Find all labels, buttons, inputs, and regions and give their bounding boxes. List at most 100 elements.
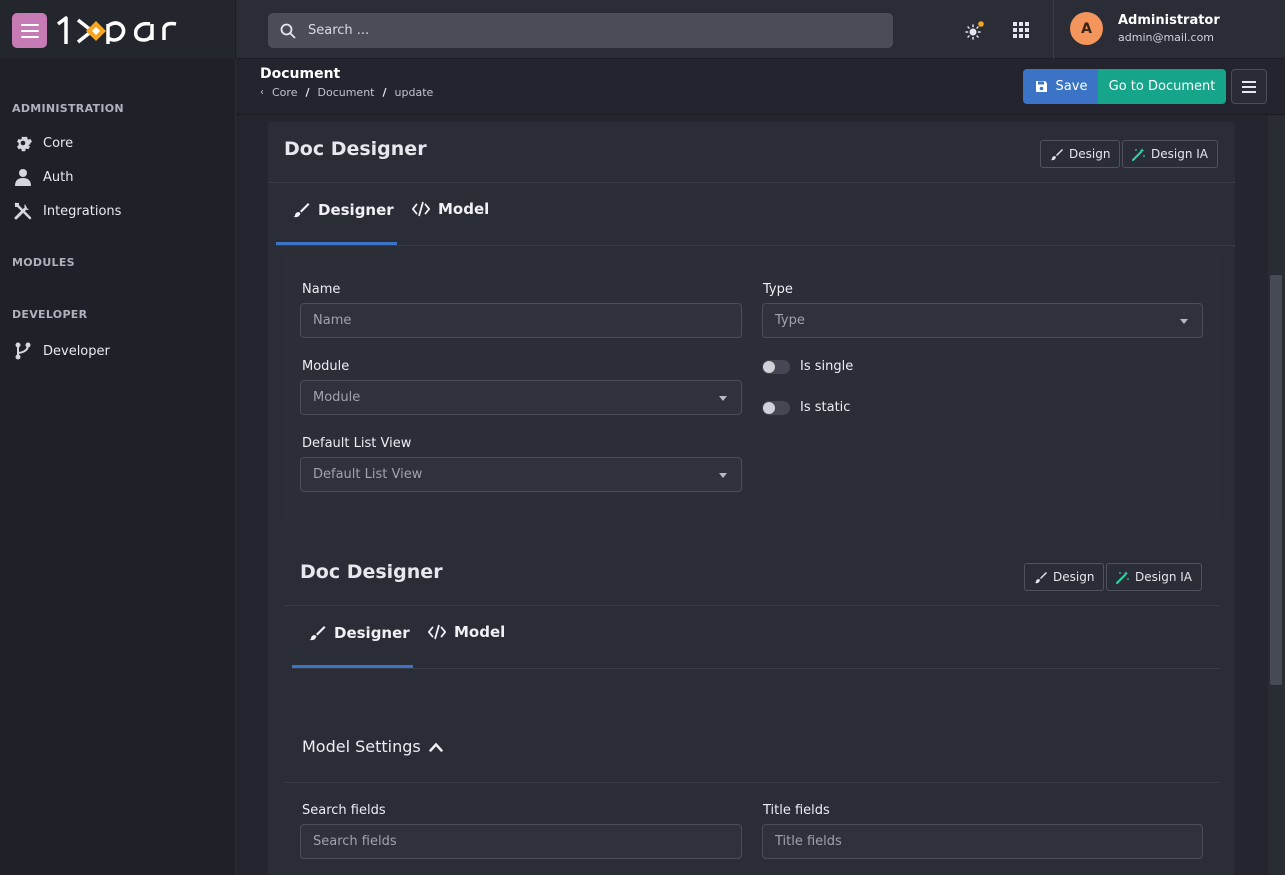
module-label: Module bbox=[302, 359, 350, 374]
apps-grid-icon[interactable] bbox=[1013, 22, 1029, 38]
sidebar-item-auth[interactable]: Auth bbox=[13, 166, 73, 188]
content-header: Document ‹ Core / Document / update Save… bbox=[236, 59, 1285, 115]
tab-label: Designer bbox=[334, 624, 410, 642]
title-fields-input[interactable] bbox=[762, 824, 1203, 859]
brush-icon bbox=[309, 626, 326, 641]
search-box[interactable] bbox=[268, 13, 893, 48]
tab-designer[interactable]: Designer bbox=[292, 179, 394, 241]
tab-label: Model bbox=[454, 623, 506, 641]
logo-area bbox=[0, 0, 236, 59]
sidebar-item-label: Developer bbox=[43, 343, 110, 359]
caret-down-icon bbox=[719, 473, 727, 478]
breadcrumb-item[interactable]: Core bbox=[272, 86, 297, 99]
tab-designer[interactable]: Designer bbox=[308, 602, 410, 664]
is-single-label: Is single bbox=[800, 359, 854, 374]
chevron-up-icon bbox=[429, 742, 443, 752]
sidebar-item-core[interactable]: Core bbox=[13, 132, 73, 154]
gear-icon bbox=[17, 136, 32, 152]
design-label: Design bbox=[1069, 147, 1111, 161]
user-name: Administrator bbox=[1118, 13, 1220, 28]
sidebar-item-label: Integrations bbox=[43, 203, 122, 219]
hamburger-icon bbox=[1242, 80, 1256, 93]
save-label: Save bbox=[1055, 79, 1088, 94]
divider bbox=[292, 668, 1220, 669]
design-button[interactable]: Design bbox=[1024, 563, 1105, 591]
name-label: Name bbox=[302, 282, 341, 297]
more-menu-button[interactable] bbox=[1231, 69, 1267, 104]
divider bbox=[284, 605, 1220, 606]
design-label: Design bbox=[1053, 570, 1095, 584]
sidebar-item-label: Core bbox=[43, 135, 74, 151]
sidebar-section-administration: ADMINISTRATION bbox=[12, 102, 124, 115]
type-select[interactable]: Type bbox=[762, 303, 1203, 338]
scrollbar-thumb[interactable] bbox=[1270, 275, 1282, 685]
user-icon bbox=[15, 169, 31, 186]
divider bbox=[284, 782, 1220, 783]
design-ia-button[interactable]: Design IA bbox=[1122, 140, 1218, 168]
tab-label: Designer bbox=[318, 201, 394, 219]
tab-model[interactable]: Model bbox=[412, 178, 489, 240]
is-static-toggle[interactable] bbox=[762, 401, 790, 415]
tools-icon bbox=[14, 202, 32, 220]
breadcrumb-separator: / bbox=[305, 86, 310, 99]
code-icon bbox=[412, 201, 430, 217]
brush-icon bbox=[1051, 148, 1063, 160]
app-logo bbox=[56, 16, 177, 44]
card-title: Doc Designer bbox=[284, 138, 427, 160]
theme-toggle-icon[interactable] bbox=[963, 20, 985, 42]
code-icon bbox=[428, 624, 446, 640]
type-placeholder: Type bbox=[775, 313, 805, 328]
search-fields-input[interactable] bbox=[300, 824, 742, 859]
avatar[interactable]: A bbox=[1070, 12, 1103, 45]
caret-down-icon bbox=[719, 396, 727, 401]
magic-wand-icon bbox=[1132, 147, 1145, 161]
caret-down-icon bbox=[1180, 319, 1188, 324]
hamburger-menu-button[interactable] bbox=[12, 13, 47, 48]
brush-icon bbox=[293, 203, 310, 218]
sidebar-item-integrations[interactable]: Integrations bbox=[13, 200, 121, 222]
design-ia-label: Design IA bbox=[1135, 570, 1192, 584]
brush-icon bbox=[1035, 571, 1047, 583]
type-label: Type bbox=[763, 282, 793, 297]
is-single-toggle[interactable] bbox=[762, 360, 790, 374]
top-bar: A Administrator admin@mail.com bbox=[0, 0, 1285, 59]
default-list-view-select[interactable]: Default List View bbox=[300, 457, 742, 492]
design-button[interactable]: Design bbox=[1040, 140, 1121, 168]
module-select[interactable]: Module bbox=[300, 380, 742, 415]
module-placeholder: Module bbox=[313, 390, 361, 405]
sidebar-section-developer: DEVELOPER bbox=[12, 308, 88, 321]
breadcrumb: ‹ Core / Document / update bbox=[260, 86, 433, 99]
design-ia-label: Design IA bbox=[1151, 147, 1208, 161]
default-list-view-label: Default List View bbox=[302, 436, 412, 451]
sidebar-section-modules: MODULES bbox=[12, 256, 75, 269]
breadcrumb-item[interactable]: Document bbox=[318, 86, 375, 99]
tab-model[interactable]: Model bbox=[428, 601, 505, 663]
sidebar-item-developer[interactable]: Developer bbox=[13, 340, 110, 362]
sidebar: ADMINISTRATION Core Auth Integrations MO… bbox=[0, 59, 236, 875]
model-settings-toggle[interactable]: Model Settings bbox=[302, 737, 443, 756]
user-email: admin@mail.com bbox=[1118, 31, 1215, 44]
magic-wand-icon bbox=[1116, 570, 1129, 584]
tab-label: Model bbox=[438, 200, 490, 218]
user-menu[interactable]: A Administrator admin@mail.com bbox=[1053, 0, 1285, 59]
save-button[interactable]: Save bbox=[1023, 69, 1099, 104]
title-fields-label: Title fields bbox=[763, 803, 830, 818]
search-fields-label: Search fields bbox=[302, 803, 386, 818]
card-title: Doc Designer bbox=[300, 561, 443, 583]
save-icon bbox=[1035, 81, 1047, 92]
breadcrumb-separator: / bbox=[382, 86, 387, 99]
branch-icon bbox=[15, 342, 31, 360]
default-list-view-placeholder: Default List View bbox=[313, 467, 423, 482]
sidebar-item-label: Auth bbox=[43, 169, 74, 185]
model-settings-title: Model Settings bbox=[302, 737, 421, 756]
is-static-label: Is static bbox=[800, 400, 851, 415]
breadcrumb-item: update bbox=[394, 86, 434, 99]
page-title: Document bbox=[260, 66, 341, 82]
search-input[interactable] bbox=[308, 23, 868, 38]
chevron-left-icon[interactable]: ‹ bbox=[260, 87, 264, 98]
page-scrollbar[interactable] bbox=[1268, 115, 1285, 875]
design-ia-button[interactable]: Design IA bbox=[1106, 563, 1202, 591]
name-input[interactable] bbox=[300, 303, 742, 338]
search-icon bbox=[280, 23, 296, 38]
go-to-document-button[interactable]: Go to Document bbox=[1098, 69, 1226, 104]
